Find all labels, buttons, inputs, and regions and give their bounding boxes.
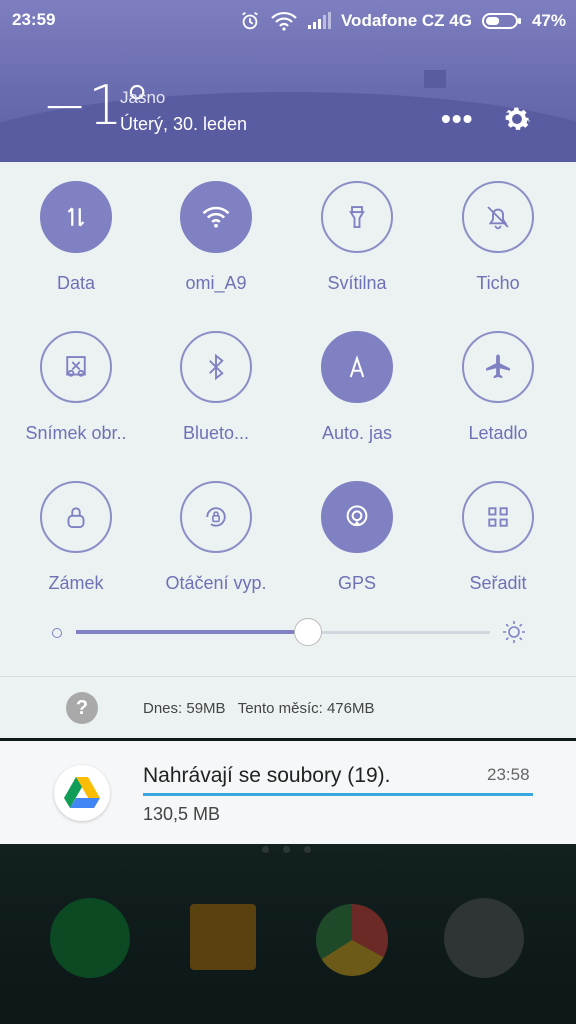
brightness-slider-thumb[interactable]	[294, 618, 322, 646]
toggle-data[interactable]: Data	[6, 181, 146, 311]
toggle-label: Auto. jas	[321, 423, 393, 443]
phone-app-icon[interactable]	[50, 898, 130, 978]
chrome-app-icon[interactable]	[316, 904, 388, 976]
grid-icon	[462, 481, 534, 553]
toggle-bluetooth[interactable]: Blueto...	[146, 331, 286, 461]
toggle-auto-brightness[interactable]: Auto. jas	[287, 331, 427, 461]
more-options-button[interactable]: •••	[441, 103, 473, 135]
silent-bell-icon	[462, 181, 534, 253]
toggle-label: Data	[56, 273, 96, 293]
data-icon	[40, 181, 112, 253]
date-label: Úterý, 30. leden	[120, 114, 248, 134]
toggle-gps[interactable]: GPS	[287, 481, 427, 611]
toggle-label: Letadlo	[468, 423, 528, 443]
airplane-icon	[462, 331, 534, 403]
panel-divider	[0, 676, 576, 677]
carrier-name: Vodafone CZ 4G	[340, 11, 472, 30]
brightness-low-icon	[52, 628, 62, 638]
notification-title: Nahrávají se soubory (19).	[143, 764, 391, 787]
data-usage-text: Dnes: 59MB Tento měsíc: 476MB	[143, 700, 375, 717]
toggle-wifi[interactable]: omi_A9	[146, 181, 286, 311]
toggle-label: Snímek obr..	[25, 423, 127, 443]
auto-brightness-icon	[321, 331, 393, 403]
toggle-label: GPS	[337, 573, 376, 593]
toggle-rotation-lock[interactable]: Otáčení vyp.	[146, 481, 286, 611]
lock-icon	[40, 481, 112, 553]
alarm-icon	[242, 11, 258, 30]
wifi-icon	[180, 181, 252, 253]
messages-app-icon[interactable]	[190, 904, 256, 970]
battery-percent: 47%	[531, 11, 566, 30]
wifi-status-icon	[271, 11, 297, 31]
header-house-decoration	[424, 70, 446, 88]
toggle-airplane[interactable]: Letadlo	[428, 331, 568, 461]
camera-app-icon[interactable]	[444, 898, 524, 978]
status-right: Vodafone CZ 4G 47%	[239, 10, 566, 32]
toggle-label: omi_A9	[185, 273, 247, 293]
status-time: 23:59	[12, 10, 56, 29]
toggle-silent-bell[interactable]: Ticho	[428, 181, 568, 311]
help-icon[interactable]: ?	[66, 692, 98, 724]
upload-progress-bar	[143, 793, 533, 796]
toggle-label: Ticho	[476, 273, 520, 293]
rotation-lock-icon	[180, 481, 252, 553]
weather-condition: Jasno	[120, 88, 166, 107]
battery-icon	[481, 13, 521, 29]
brightness-high-icon	[503, 621, 525, 643]
gps-icon	[321, 481, 393, 553]
signal-icon	[307, 12, 331, 29]
toggle-screenshot[interactable]: Snímek obr..	[6, 331, 146, 461]
toggle-label: Svítilna	[327, 273, 387, 293]
home-page-indicator	[262, 846, 311, 853]
toggle-grid[interactable]: Seřadit	[428, 481, 568, 611]
toggle-lock[interactable]: Zámek	[6, 481, 146, 611]
notification-time: 23:58	[487, 765, 530, 784]
brightness-slider-fill	[76, 630, 308, 634]
bluetooth-icon	[180, 331, 252, 403]
flashlight-icon	[321, 181, 393, 253]
toggle-label: Seřadit	[469, 573, 527, 593]
google-drive-icon	[54, 765, 110, 821]
status-bar: 23:59 Vodafone CZ 4G 47%	[0, 0, 576, 40]
toggle-flashlight[interactable]: Svítilna	[287, 181, 427, 311]
toggle-label: Blueto...	[182, 423, 250, 443]
toggle-label: Otáčení vyp.	[165, 573, 267, 593]
toggle-label: Zámek	[48, 573, 104, 593]
settings-gear-icon[interactable]	[500, 102, 534, 136]
screenshot-icon	[40, 331, 112, 403]
notification-size: 130,5 MB	[143, 804, 221, 824]
